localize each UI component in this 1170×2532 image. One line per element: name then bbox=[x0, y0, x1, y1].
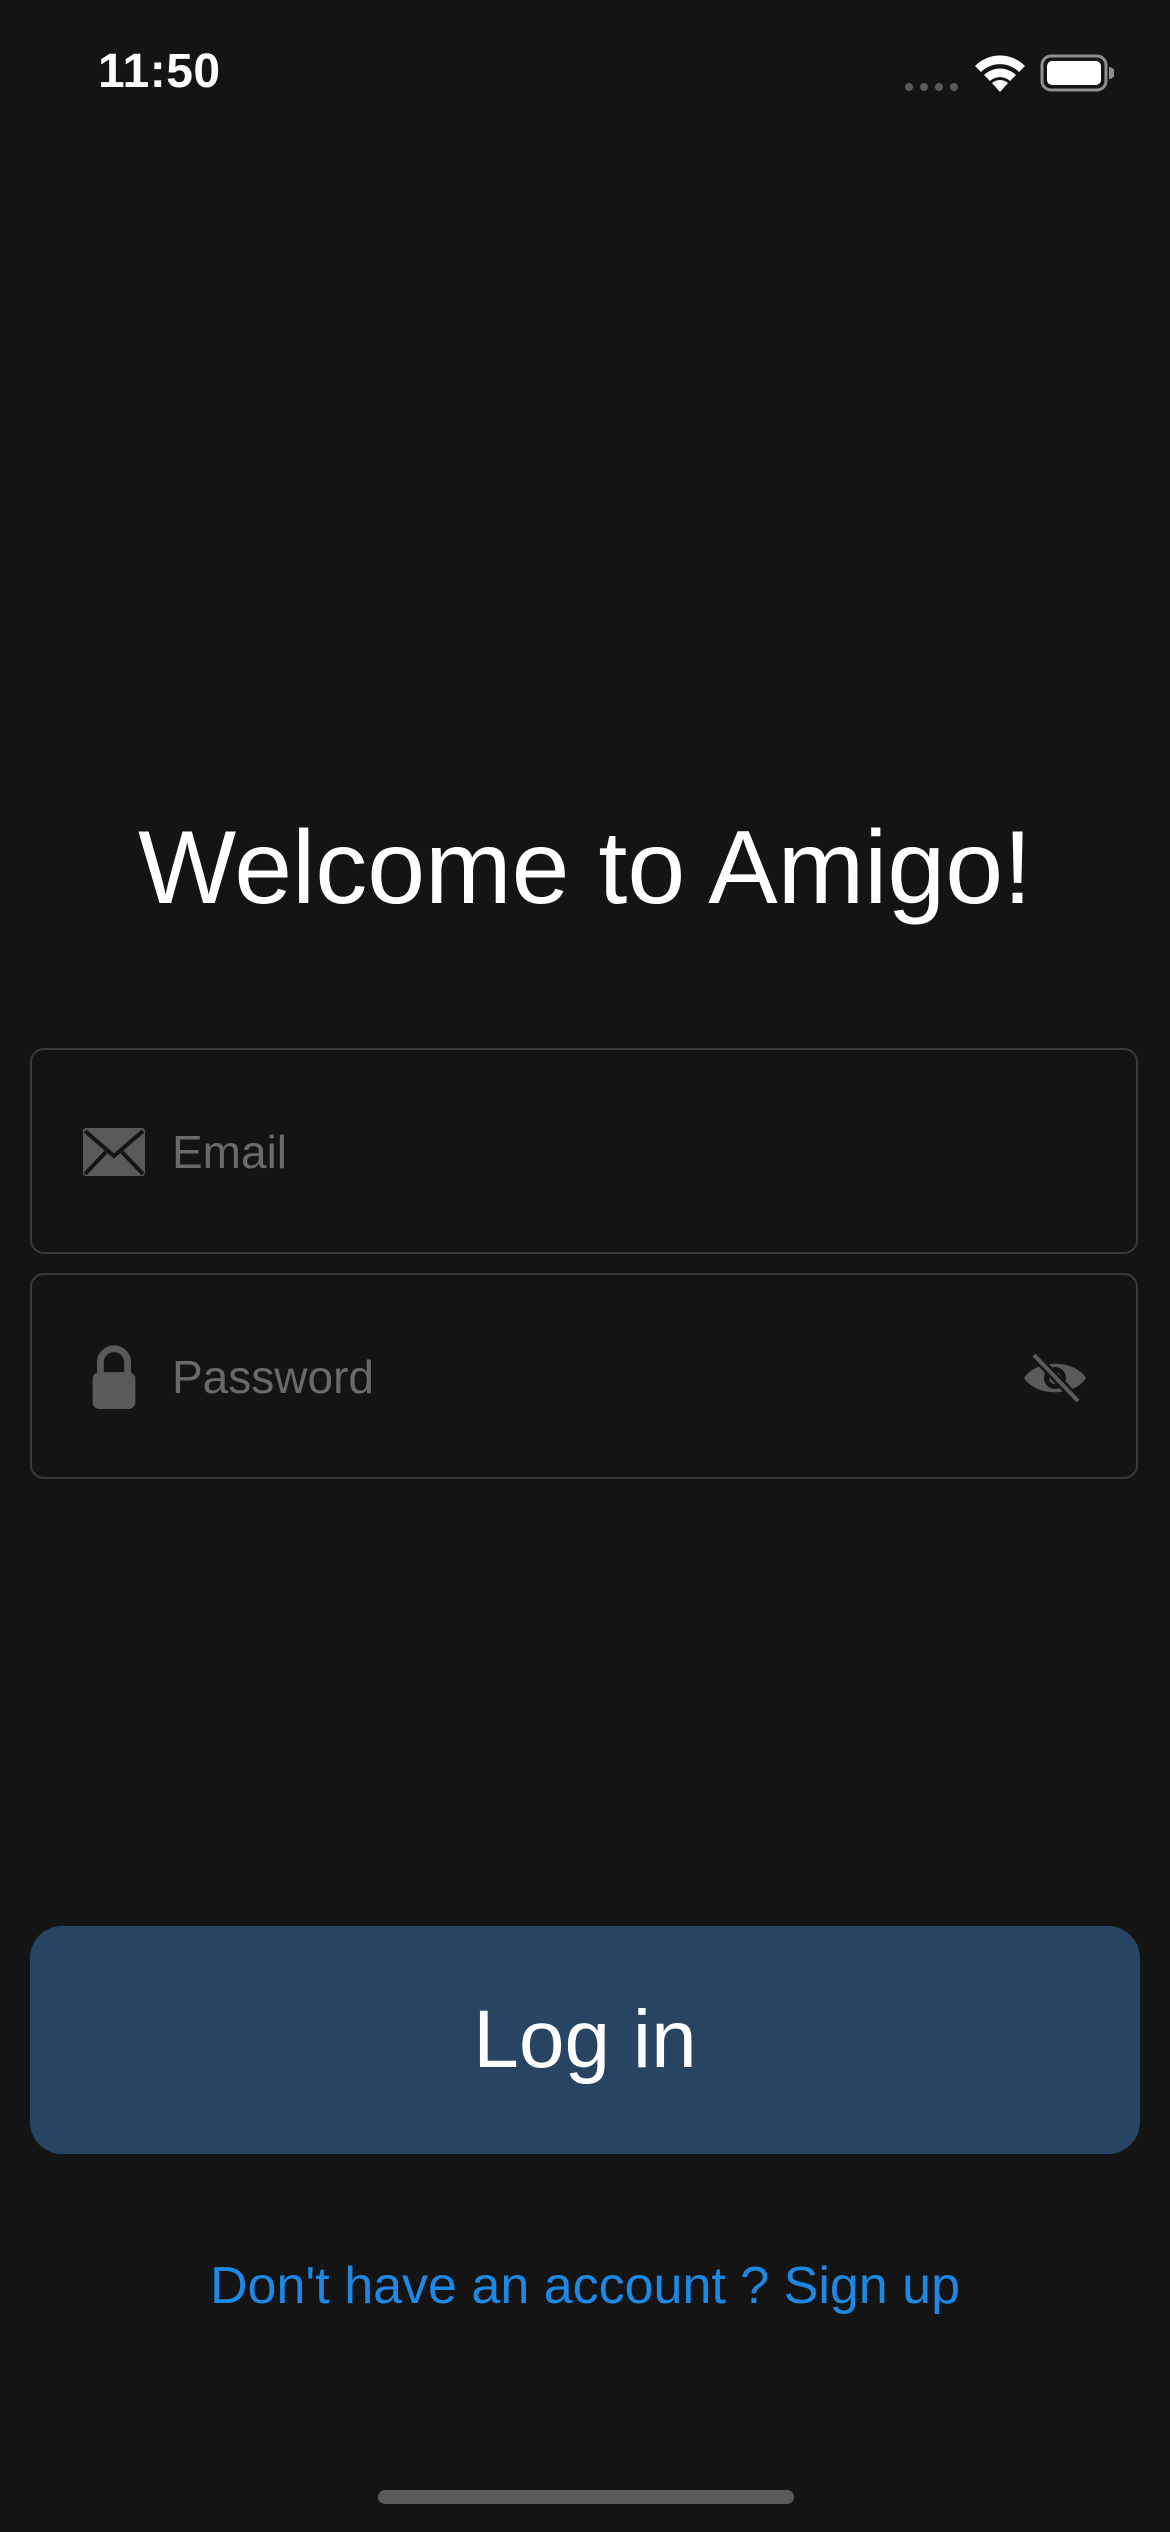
lock-icon bbox=[92, 1345, 136, 1410]
password-field[interactable] bbox=[30, 1273, 1138, 1479]
email-field[interactable] bbox=[30, 1048, 1138, 1254]
password-input[interactable] bbox=[172, 1325, 992, 1429]
page-title: Welcome to Amigo! bbox=[137, 810, 1032, 926]
status-bar: 11:50 bbox=[0, 0, 1170, 150]
envelope-icon bbox=[83, 1128, 145, 1176]
home-indicator[interactable] bbox=[378, 2490, 794, 2504]
battery-icon bbox=[1040, 54, 1114, 92]
signup-link[interactable]: Don't have an account ? Sign up bbox=[0, 2256, 1170, 2316]
login-button[interactable]: Log in bbox=[30, 1926, 1140, 2154]
status-time: 11:50 bbox=[98, 45, 221, 98]
wifi-icon bbox=[975, 55, 1025, 92]
eye-slash-icon[interactable] bbox=[1020, 1349, 1090, 1407]
email-input[interactable] bbox=[172, 1100, 992, 1204]
cellular-signal-icon bbox=[905, 83, 958, 91]
